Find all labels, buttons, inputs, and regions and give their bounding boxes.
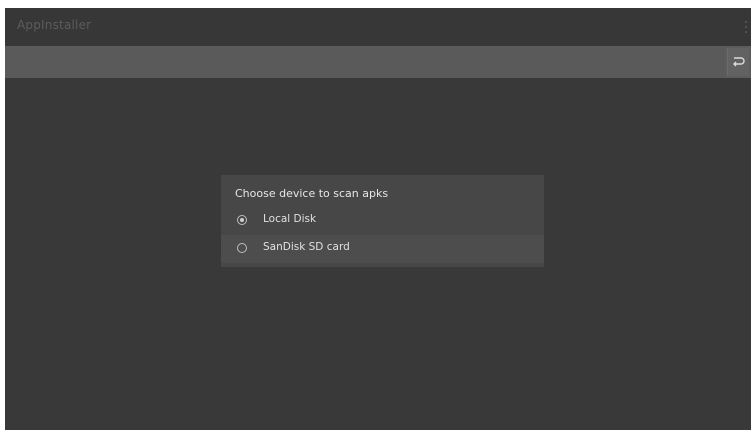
path-bar <box>5 46 751 78</box>
back-button[interactable] <box>727 48 749 76</box>
radio-unchecked-icon[interactable] <box>237 243 247 253</box>
app-bar: AppInstaller <box>5 8 751 46</box>
path-field[interactable] <box>5 46 725 78</box>
app-title: AppInstaller <box>17 18 92 32</box>
radio-checked-icon[interactable] <box>237 215 247 225</box>
option-local-disk[interactable]: Local Disk <box>221 207 544 235</box>
option-label: Local Disk <box>263 213 317 225</box>
app-screen: AppInstaller Choose device to scan apks … <box>5 8 751 430</box>
more-vert-icon[interactable] <box>741 18 751 36</box>
device-chooser-dialog: Choose device to scan apks Local Disk Sa… <box>221 175 544 267</box>
dialog-title: Choose device to scan apks <box>235 187 389 200</box>
option-sandisk-sd-card[interactable]: SanDisk SD card <box>221 235 544 263</box>
option-label: SanDisk SD card <box>263 241 350 253</box>
return-arrow-icon <box>733 57 745 67</box>
